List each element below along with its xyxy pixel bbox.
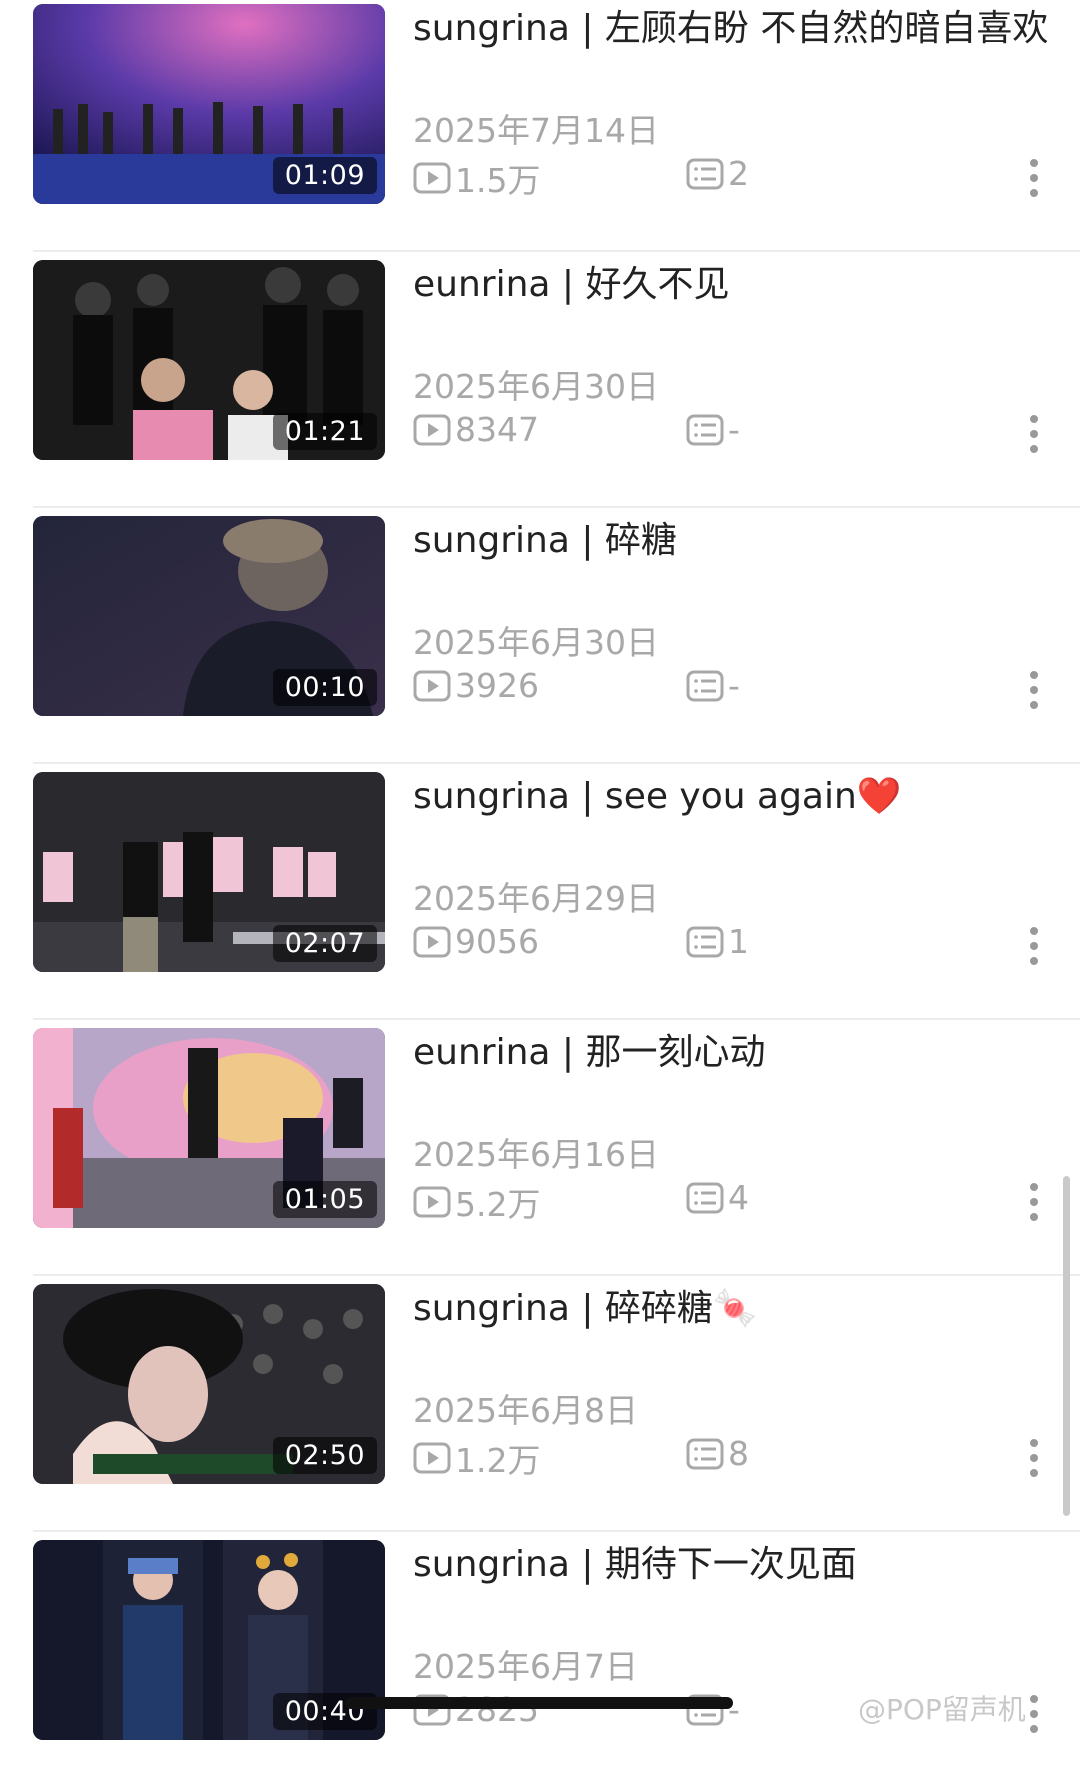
video-thumbnail[interactable]: 02:50 bbox=[33, 1284, 385, 1484]
play-icon bbox=[413, 1186, 451, 1218]
video-date: 2025年6月30日 bbox=[413, 623, 659, 662]
video-date: 2025年6月7日 bbox=[413, 1647, 638, 1686]
video-thumbnail[interactable]: 00:40 bbox=[33, 1540, 385, 1740]
view-count: 1.5万 bbox=[413, 154, 540, 202]
watermark-text: @POP留声机 bbox=[858, 1693, 1026, 1726]
video-date: 2025年6月29日 bbox=[413, 879, 659, 918]
view-count: 3926 bbox=[413, 666, 539, 705]
video-item[interactable]: 00:40 sungrina | 期待下一次见面 2025年6月7日 2825 … bbox=[0, 1532, 1080, 1788]
video-title[interactable]: eunrina | 那一刻心动 bbox=[413, 1026, 1053, 1080]
video-date: 2025年6月8日 bbox=[413, 1391, 638, 1430]
comment-count: - bbox=[686, 1690, 740, 1729]
comment-icon bbox=[686, 926, 724, 957]
play-icon bbox=[413, 1442, 451, 1474]
more-vertical-icon[interactable] bbox=[1024, 926, 1044, 966]
video-duration: 00:10 bbox=[272, 669, 377, 706]
video-duration: 01:21 bbox=[272, 413, 377, 450]
video-date: 2025年6月16日 bbox=[413, 1135, 659, 1174]
play-icon bbox=[413, 414, 451, 445]
more-vertical-icon[interactable] bbox=[1024, 414, 1044, 454]
video-item[interactable]: 01:05 eunrina | 那一刻心动 2025年6月16日 5.2万 4 bbox=[0, 1020, 1080, 1276]
watermark: @POP留声机 bbox=[858, 1688, 1026, 1728]
view-count: 8347 bbox=[413, 410, 539, 449]
home-indicator[interactable] bbox=[345, 1697, 733, 1709]
video-date: 2025年6月30日 bbox=[413, 367, 659, 406]
view-count: 1.2万 bbox=[413, 1434, 540, 1482]
comment-count: 4 bbox=[686, 1178, 749, 1217]
play-icon bbox=[413, 162, 451, 194]
video-item[interactable]: 02:07 sungrina | see you again❤️ 2025年6月… bbox=[0, 764, 1080, 1020]
video-duration: 01:09 bbox=[272, 157, 377, 194]
video-thumbnail[interactable]: 01:21 bbox=[33, 260, 385, 460]
comment-count: 1 bbox=[686, 922, 749, 961]
video-title[interactable]: sungrina | see you again❤️ bbox=[413, 770, 1053, 824]
video-item[interactable]: 00:10 sungrina | 碎糖 2025年6月30日 3926 - bbox=[0, 508, 1080, 764]
video-duration: 01:05 bbox=[272, 1181, 377, 1218]
video-item[interactable]: 02:50 sungrina | 碎碎糖🍬 2025年6月8日 1.2万 8 bbox=[0, 1276, 1080, 1532]
comment-icon bbox=[686, 670, 724, 701]
comment-count: 2 bbox=[686, 154, 749, 193]
view-count: 2825 bbox=[413, 1690, 539, 1729]
more-vertical-icon[interactable] bbox=[1024, 1694, 1044, 1734]
more-vertical-icon[interactable] bbox=[1024, 1438, 1044, 1478]
scrollbar[interactable] bbox=[1063, 1176, 1070, 1516]
comment-count: 8 bbox=[686, 1434, 749, 1473]
video-title[interactable]: sungrina | 碎糖 bbox=[413, 514, 1053, 568]
video-thumbnail[interactable]: 01:05 bbox=[33, 1028, 385, 1228]
video-title[interactable]: sungrina | 碎碎糖🍬 bbox=[413, 1282, 1053, 1336]
video-date: 2025年7月14日 bbox=[413, 111, 659, 150]
video-duration: 02:50 bbox=[272, 1437, 377, 1474]
video-thumbnail[interactable]: 02:07 bbox=[33, 772, 385, 972]
more-vertical-icon[interactable] bbox=[1024, 670, 1044, 710]
video-title[interactable]: sungrina | 期待下一次见面 bbox=[413, 1538, 1053, 1592]
video-list: 01:09 sungrina | 左顾右盼 不自然的暗自喜欢 2025年7月14… bbox=[0, 0, 1080, 1740]
comment-icon bbox=[686, 1438, 724, 1469]
comment-icon bbox=[686, 1182, 724, 1213]
play-icon bbox=[413, 926, 451, 957]
more-vertical-icon[interactable] bbox=[1024, 158, 1044, 198]
view-count: 9056 bbox=[413, 922, 539, 961]
more-vertical-icon[interactable] bbox=[1024, 1182, 1044, 1222]
video-title[interactable]: sungrina | 左顾右盼 不自然的暗自喜欢 bbox=[413, 2, 1053, 56]
comment-icon bbox=[686, 414, 724, 445]
view-count: 5.2万 bbox=[413, 1178, 540, 1226]
comment-count: - bbox=[686, 666, 740, 705]
video-thumbnail[interactable]: 00:10 bbox=[33, 516, 385, 716]
video-item[interactable]: 01:21 eunrina | 好久不见 2025年6月30日 8347 - bbox=[0, 252, 1080, 508]
video-duration: 02:07 bbox=[272, 925, 377, 962]
comment-icon bbox=[686, 158, 724, 189]
video-title[interactable]: eunrina | 好久不见 bbox=[413, 258, 1053, 312]
video-thumbnail[interactable]: 01:09 bbox=[33, 4, 385, 204]
comment-count: - bbox=[686, 410, 740, 449]
play-icon bbox=[413, 670, 451, 701]
video-item[interactable]: 01:09 sungrina | 左顾右盼 不自然的暗自喜欢 2025年7月14… bbox=[0, 0, 1080, 252]
